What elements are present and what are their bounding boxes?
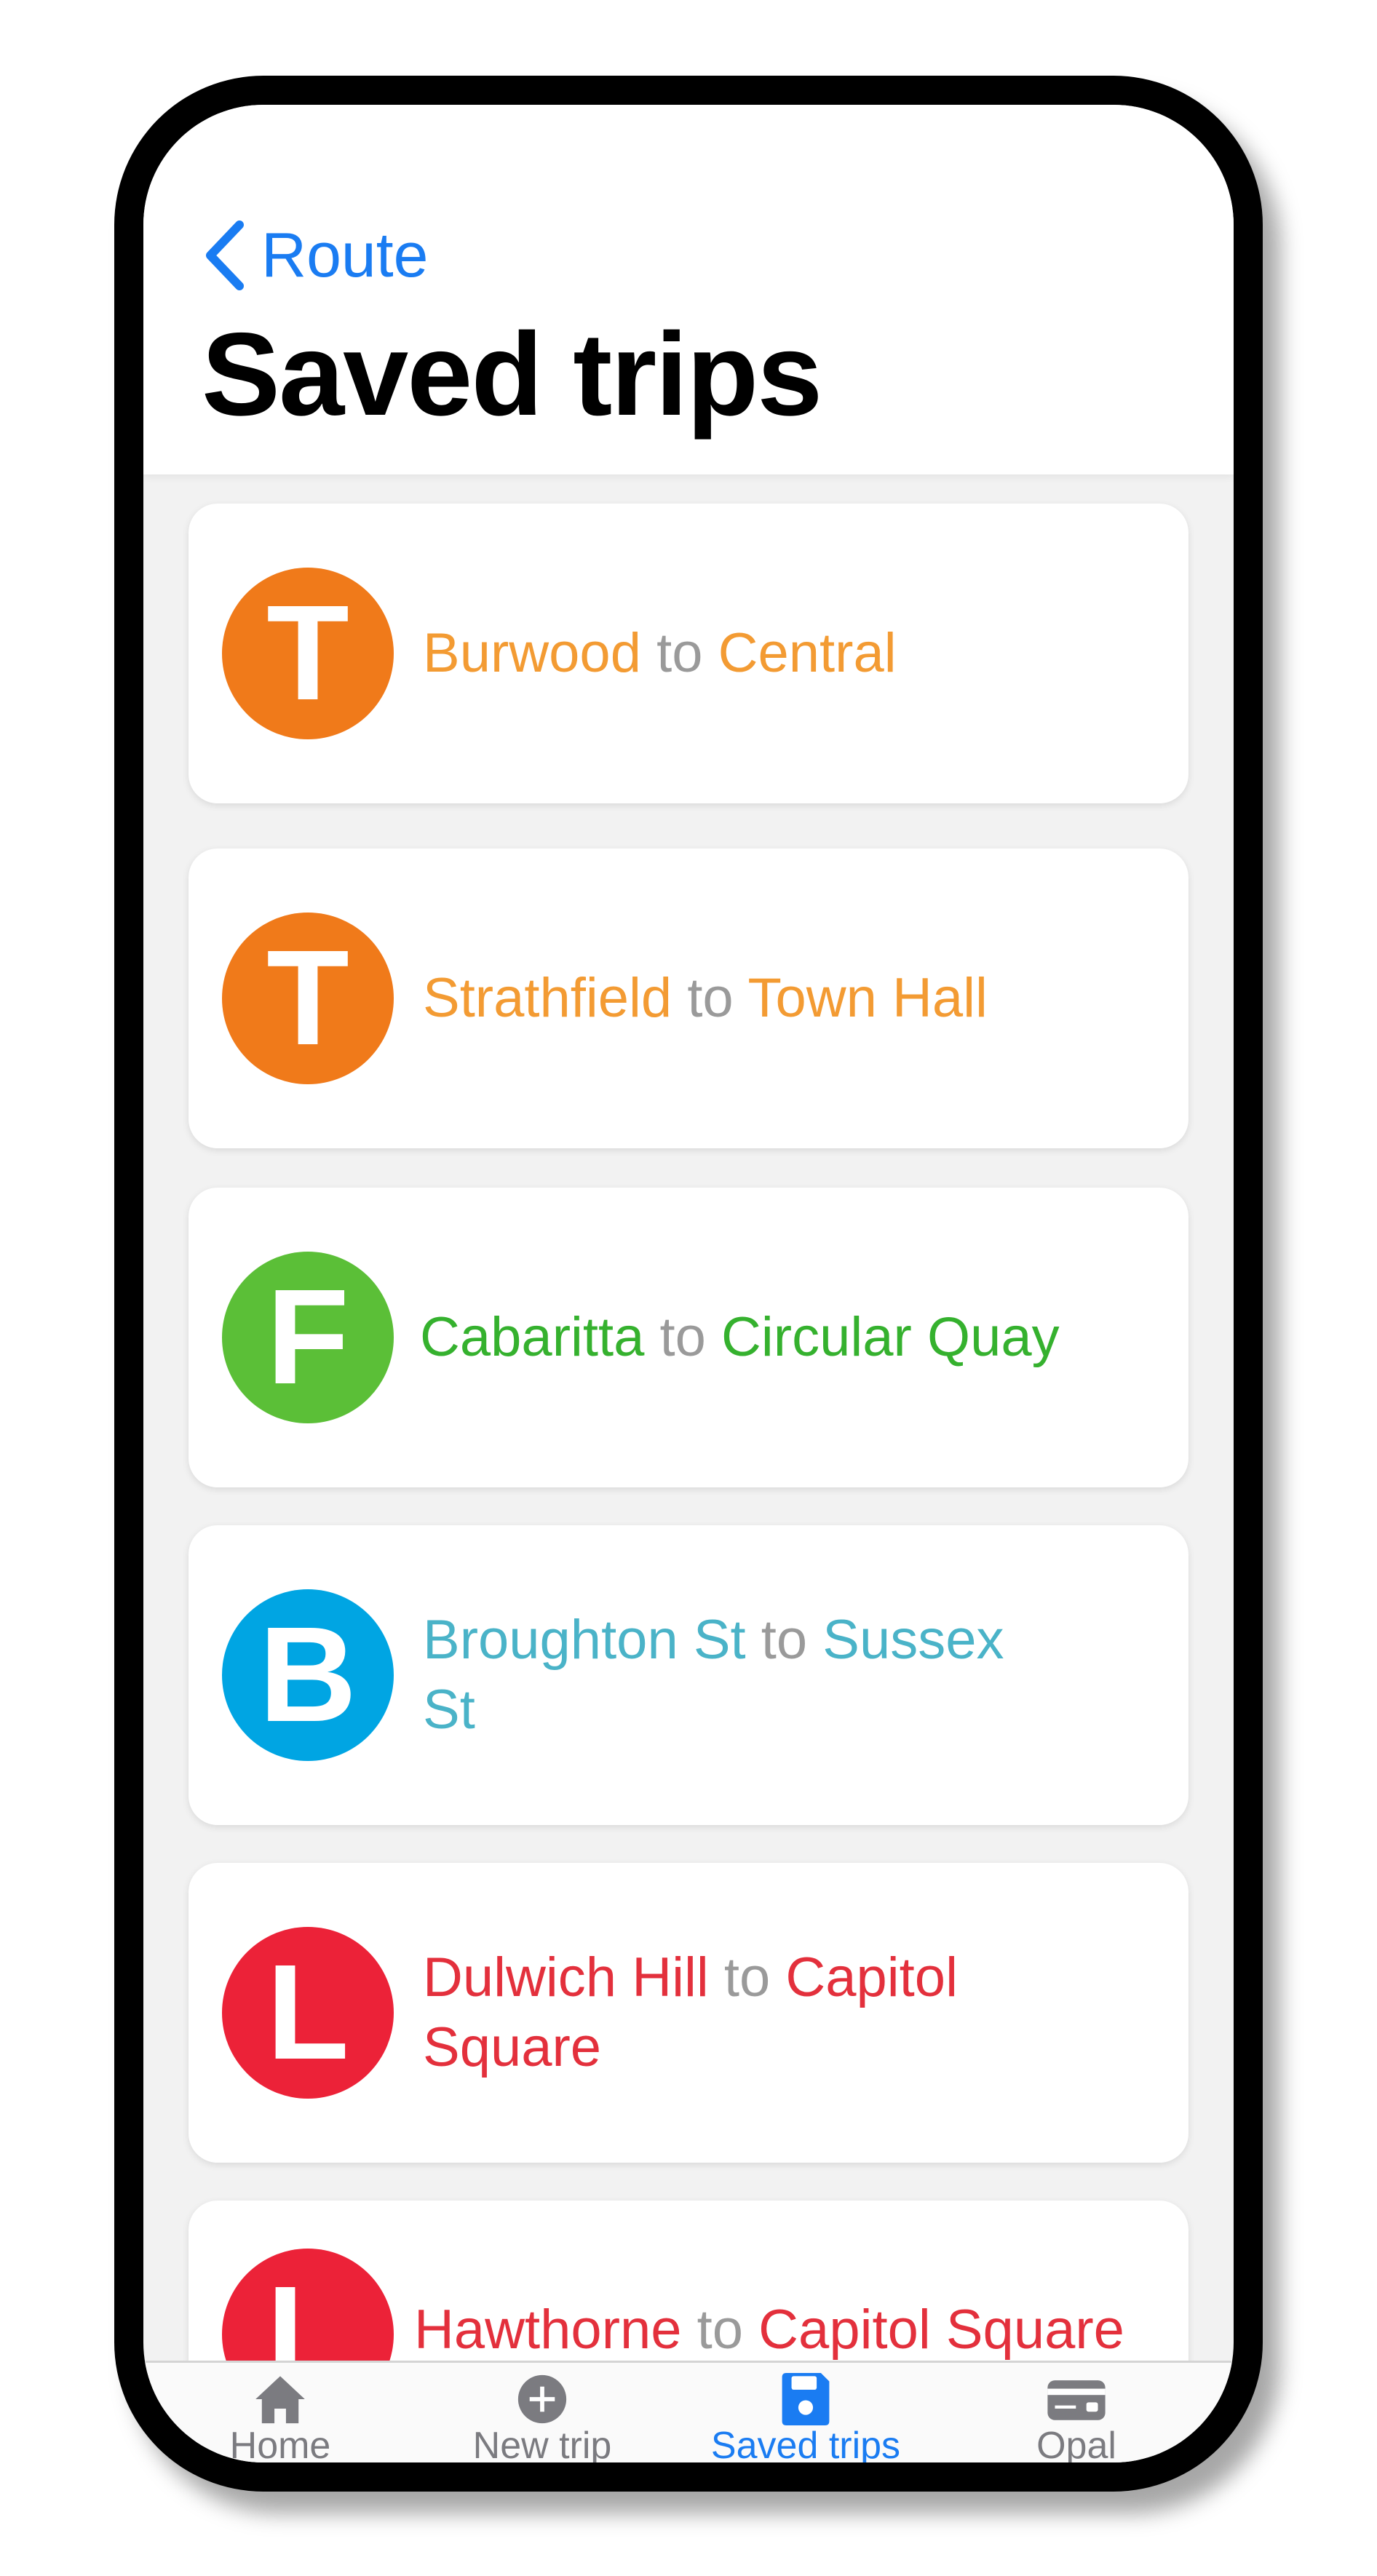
train-mode-icon: T [222, 568, 394, 739]
card-icon [1047, 2380, 1106, 2420]
app-screen: Route Saved trips T Burwood to Central T… [143, 105, 1234, 2462]
plus-circle-icon [517, 2374, 567, 2424]
trip-origin: Burwood [423, 622, 641, 684]
trip-separator: to [656, 622, 703, 684]
trip-separator: to [659, 1306, 706, 1368]
train-mode-icon: T [222, 913, 394, 1084]
saved-trips-list[interactable]: T Burwood to Central T Strathfield to To… [143, 474, 1234, 2361]
trip-route-text: Cabaritta to Circular Quay [420, 1303, 1090, 1372]
light-rail-mode-icon: L [222, 2249, 394, 2361]
tab-new-trip[interactable]: New trip [433, 2363, 651, 2462]
tab-new-trip-label: New trip [472, 2425, 612, 2462]
trip-separator: to [687, 967, 734, 1029]
bus-mode-icon: B [222, 1589, 394, 1761]
trip-destination: Circular Quay [721, 1306, 1060, 1368]
trip-card[interactable]: L Hawthorne to Capitol Square [189, 2201, 1188, 2361]
trip-card[interactable]: T Burwood to Central [189, 504, 1188, 803]
trip-route-text: Hawthorne to Capitol Square [414, 2295, 1186, 2361]
tab-home-label: Home [229, 2425, 331, 2462]
trip-card[interactable]: L Dulwich Hill to Capitol Square [189, 1863, 1188, 2163]
house-icon [255, 2376, 305, 2424]
floppy-disk-icon [782, 2373, 830, 2425]
trip-separator: to [723, 1947, 771, 2008]
trip-origin: Hawthorne [414, 2299, 682, 2361]
trip-route-text: Dulwich Hill to Capitol Square [423, 1943, 1034, 2083]
tab-opal[interactable]: Opal [967, 2363, 1186, 2462]
tab-saved-trips-label: Saved trips [710, 2425, 901, 2462]
phone-frame: Route Saved trips T Burwood to Central T… [114, 76, 1263, 2492]
trip-origin: Dulwich Hill [423, 1947, 709, 2008]
trip-card[interactable]: F Cabaritta to Circular Quay [189, 1188, 1188, 1487]
chevron-left-icon [206, 220, 244, 290]
light-rail-mode-icon: L [222, 1927, 394, 2099]
trip-destination: Town Hall [747, 967, 988, 1029]
navigation-bar: Route Saved trips [143, 105, 1234, 474]
trip-card[interactable]: T Strathfield to Town Hall [189, 848, 1188, 1148]
back-button-label: Route [261, 220, 429, 290]
trip-destination: Central [718, 622, 897, 684]
trip-origin: Strathfield [423, 967, 672, 1029]
trip-origin: Broughton St [423, 1609, 746, 1671]
trip-route-text: Burwood to Central [423, 619, 1092, 688]
trip-separator: to [761, 1609, 808, 1671]
tab-bar: Home New trip Saved trips Opal [143, 2361, 1234, 2462]
tab-opal-label: Opal [1036, 2425, 1116, 2462]
trip-route-text: Strathfield to Town Hall [423, 963, 1092, 1033]
tab-home[interactable]: Home [171, 2363, 389, 2462]
trip-route-text: Broughton St to Sussex St [423, 1605, 1034, 1745]
ferry-mode-icon: F [222, 1252, 394, 1423]
trip-destination: Capitol Square [758, 2299, 1124, 2361]
trip-origin: Cabaritta [420, 1306, 645, 1368]
page-title: Saved trips [202, 309, 822, 440]
trip-card[interactable]: B Broughton St to Sussex St [189, 1525, 1188, 1825]
tab-saved-trips[interactable]: Saved trips [697, 2363, 915, 2462]
back-button[interactable]: Route [202, 215, 429, 295]
trip-separator: to [697, 2299, 744, 2361]
